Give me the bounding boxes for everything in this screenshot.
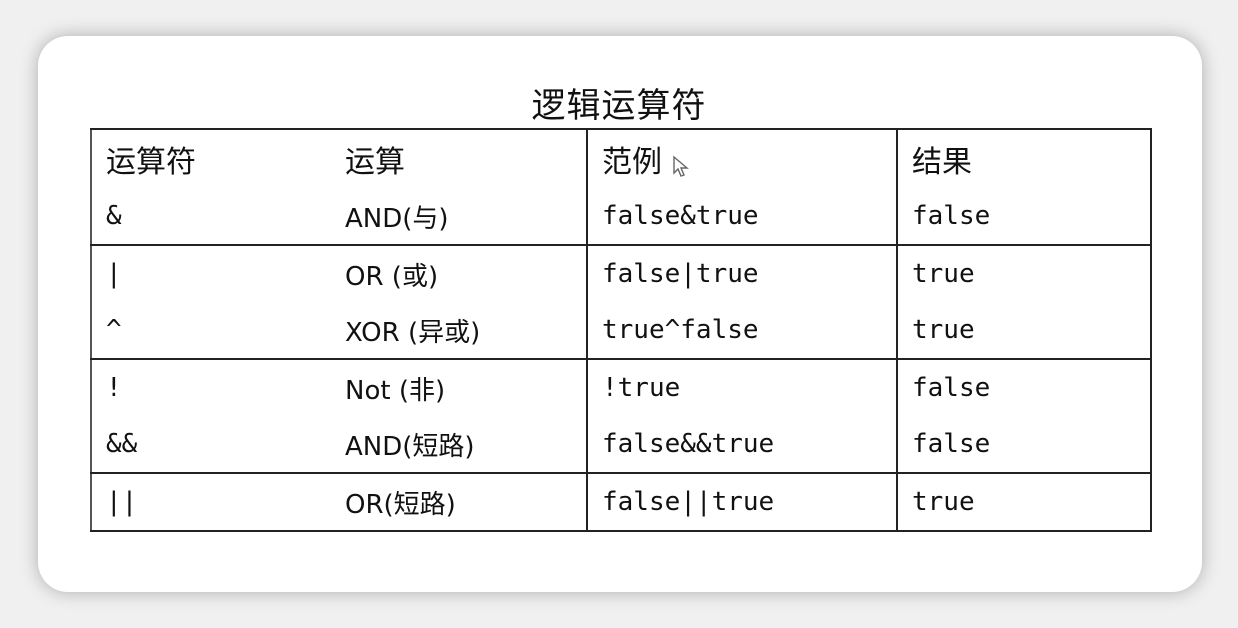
cell-example: false&&true bbox=[586, 416, 897, 474]
cell-example: false&true bbox=[586, 188, 897, 246]
mouse-pointer-icon bbox=[668, 152, 690, 177]
page-title: 逻辑运算符 bbox=[531, 86, 707, 126]
cell-operator: || bbox=[106, 487, 138, 517]
header-example: 范例 bbox=[586, 129, 897, 188]
cell-result: true bbox=[896, 473, 1151, 531]
table-header-row: 运算符 运算 范例 结果 bbox=[91, 129, 1151, 188]
cell-operator: ^ bbox=[91, 302, 331, 360]
cell-operation: AND(短路) bbox=[331, 416, 587, 474]
cell-example: false||true bbox=[586, 473, 897, 531]
cell-result: true bbox=[896, 302, 1151, 360]
cell-result: false bbox=[896, 188, 1151, 246]
cell-example: true^false bbox=[586, 302, 897, 360]
table-row: && AND(短路) false&&true false bbox=[91, 416, 1151, 474]
cell-operation: OR (或) bbox=[345, 261, 439, 292]
cell-operation: AND(与) bbox=[331, 188, 587, 246]
header-example-label: 范例 bbox=[602, 145, 662, 180]
cell-result: false bbox=[896, 416, 1151, 474]
logical-operators-table: 运算符 运算 范例 结果 & AND(与) false&true false |… bbox=[90, 128, 1152, 532]
header-operation: 运算 bbox=[345, 145, 405, 180]
cell-operation: OR(短路) bbox=[345, 489, 456, 520]
cell-operator: ! bbox=[106, 373, 122, 403]
cell-result: false bbox=[896, 359, 1151, 416]
table-row: ! Not (非) !true false bbox=[91, 359, 1151, 416]
cell-operator: | bbox=[106, 259, 122, 289]
cell-example: false|true bbox=[586, 245, 897, 302]
table-row: || OR(短路) false||true true bbox=[91, 473, 1151, 531]
cell-operator: & bbox=[91, 188, 331, 246]
cell-operation: Not (非) bbox=[345, 375, 446, 406]
cell-operator: && bbox=[91, 416, 331, 474]
table-row: ^ XOR (异或) true^false true bbox=[91, 302, 1151, 360]
header-operator: 运算符 bbox=[106, 145, 196, 180]
header-result: 结果 bbox=[896, 129, 1151, 188]
cell-operation: XOR (异或) bbox=[331, 302, 587, 360]
table-row: | OR (或) false|true true bbox=[91, 245, 1151, 302]
cell-result: true bbox=[896, 245, 1151, 302]
table-row: & AND(与) false&true false bbox=[91, 188, 1151, 246]
cell-example: !true bbox=[586, 359, 897, 416]
